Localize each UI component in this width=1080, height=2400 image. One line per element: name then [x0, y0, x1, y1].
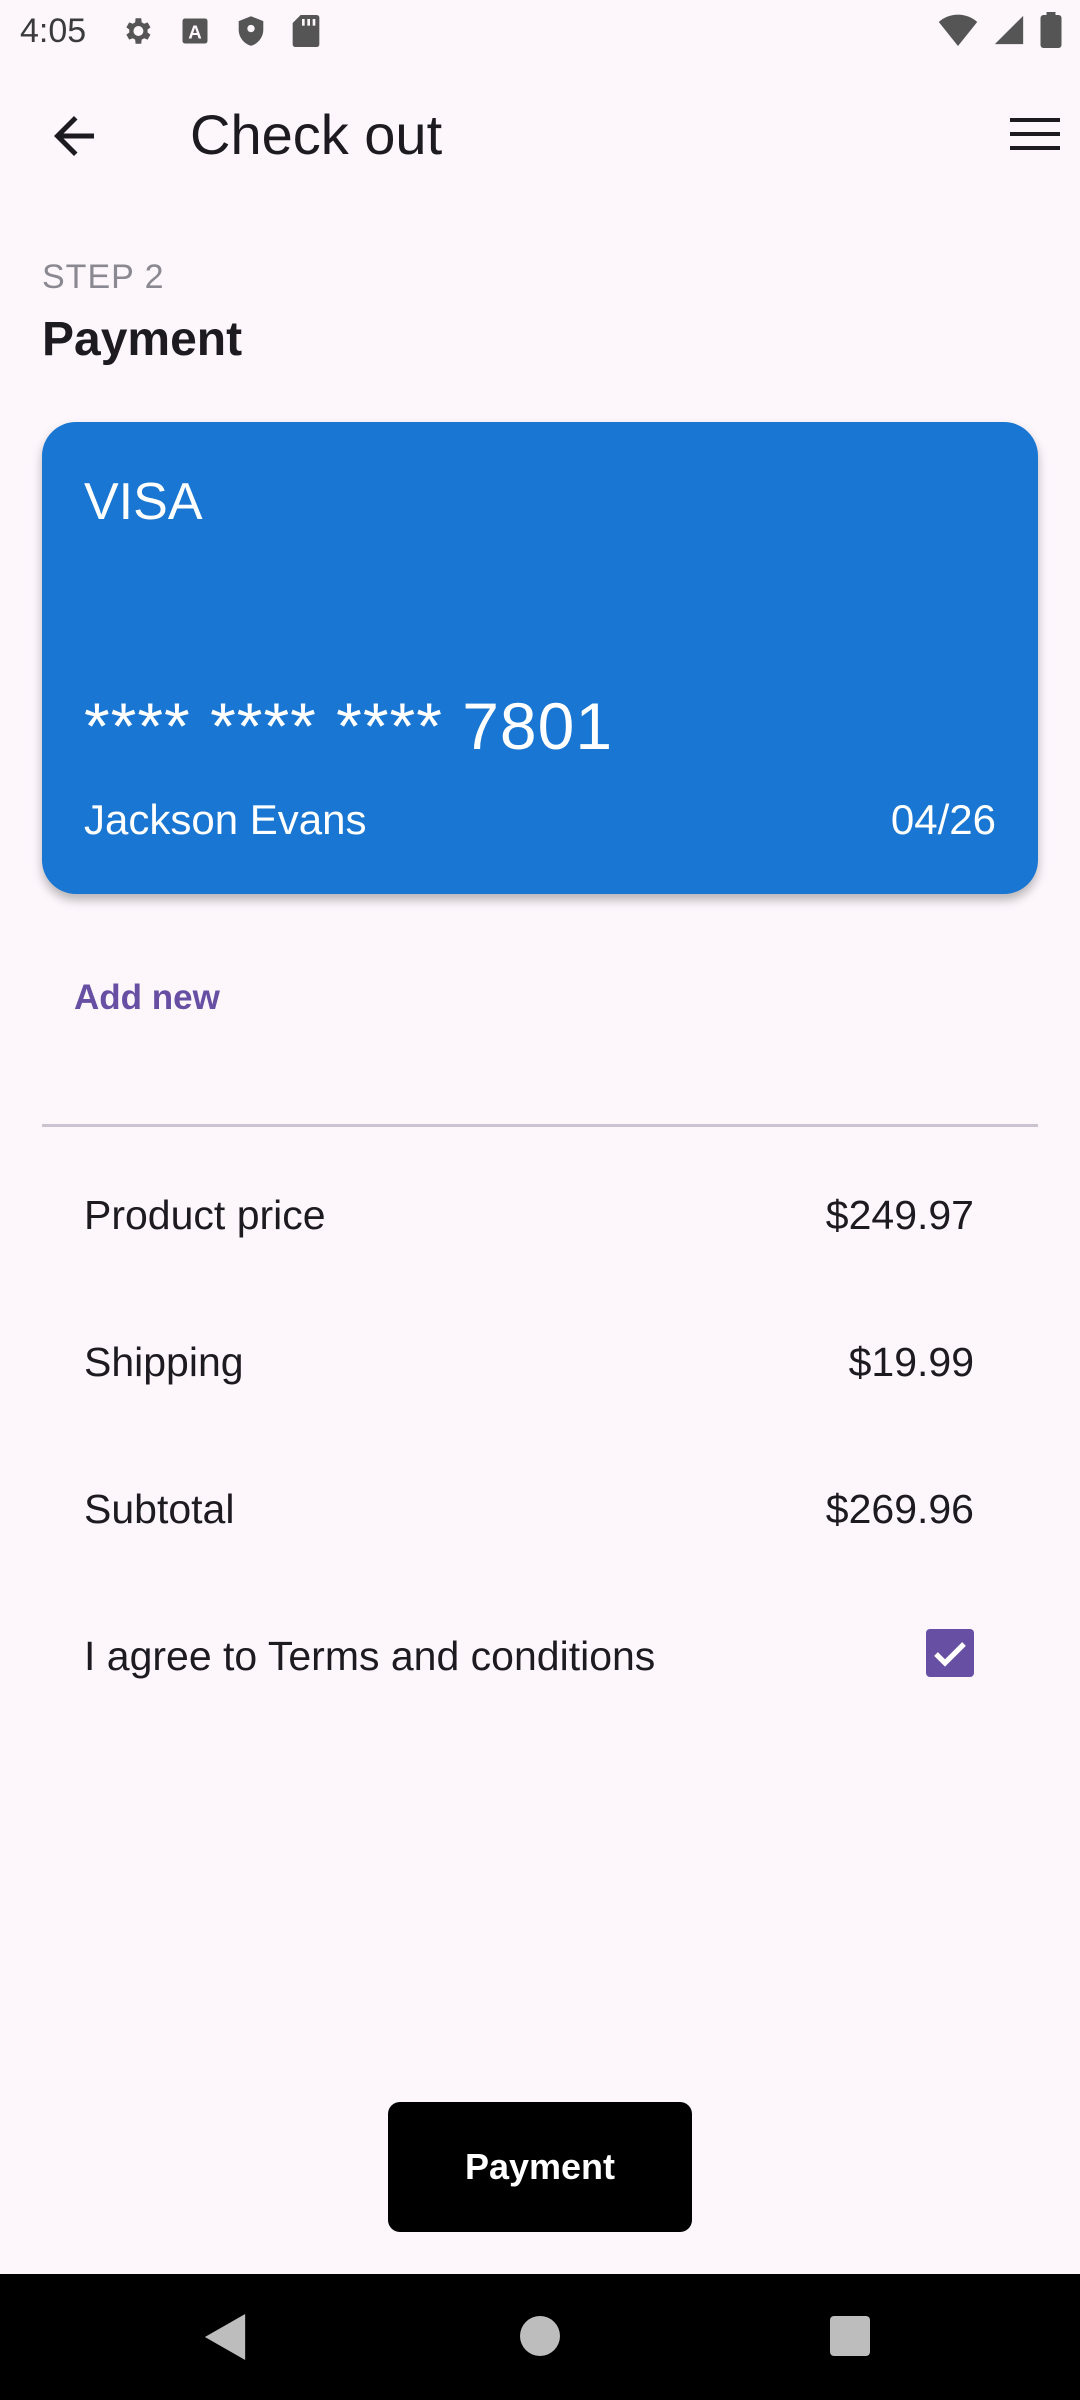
nav-back-icon[interactable] — [204, 2314, 248, 2360]
svg-text:A: A — [188, 22, 202, 43]
status-time: 4:05 — [20, 12, 87, 50]
terms-checkbox[interactable] — [926, 1629, 974, 1677]
menu-button[interactable] — [1008, 112, 1062, 156]
product-price-row: Product price $249.97 — [84, 1192, 974, 1252]
card-expiry: 04/26 — [890, 796, 996, 843]
navigation-bar — [0, 2274, 1080, 2400]
shield-icon — [238, 16, 264, 46]
checkout-screen: 4:05 A Check out STEP 2 Payment VISA ***… — [0, 0, 1080, 2400]
shipping-row: Shipping $19.99 — [84, 1339, 974, 1399]
battery-icon — [1040, 12, 1062, 48]
subtotal-label: Subtotal — [84, 1486, 235, 1532]
subtotal-value: $269.96 — [825, 1486, 974, 1532]
card-number: **** **** **** 7801 — [84, 689, 614, 763]
step-title: Payment — [42, 313, 243, 366]
divider — [42, 1124, 1038, 1127]
terms-label: I agree to Terms and conditions — [84, 1633, 656, 1679]
checkmark-icon — [934, 1642, 966, 1667]
signal-icon — [994, 15, 1024, 45]
add-new-card-button[interactable]: Add new — [74, 978, 220, 1018]
status-icons-left: A — [120, 14, 320, 48]
menu-icon — [1010, 118, 1060, 150]
nav-home-icon[interactable] — [520, 2316, 560, 2356]
gear-icon — [126, 18, 151, 44]
arrow-back-icon — [54, 116, 94, 156]
status-bar: 4:05 A — [0, 0, 1080, 64]
step-label: STEP 2 — [42, 258, 165, 296]
shipping-label: Shipping — [84, 1339, 244, 1385]
card-holder-name: Jackson Evans — [84, 796, 367, 843]
back-button[interactable] — [44, 106, 104, 166]
wifi-icon — [938, 14, 978, 46]
terms-row: I agree to Terms and conditions — [84, 1629, 974, 1693]
sd-card-icon — [292, 15, 320, 47]
nav-recents-icon[interactable] — [830, 2316, 870, 2356]
status-icons-right — [938, 12, 1062, 48]
product-price-label: Product price — [84, 1192, 326, 1238]
page-title: Check out — [190, 103, 443, 166]
app-bar: Check out — [0, 72, 1080, 202]
card-brand: VISA — [84, 473, 203, 531]
shipping-value: $19.99 — [848, 1339, 974, 1385]
product-price-value: $249.97 — [825, 1192, 974, 1238]
payment-button[interactable]: Payment — [388, 2102, 692, 2232]
payment-card[interactable]: VISA **** **** **** 7801 Jackson Evans 0… — [42, 422, 1038, 894]
subtotal-row: Subtotal $269.96 — [84, 1486, 974, 1546]
font-a-icon: A — [182, 18, 208, 44]
